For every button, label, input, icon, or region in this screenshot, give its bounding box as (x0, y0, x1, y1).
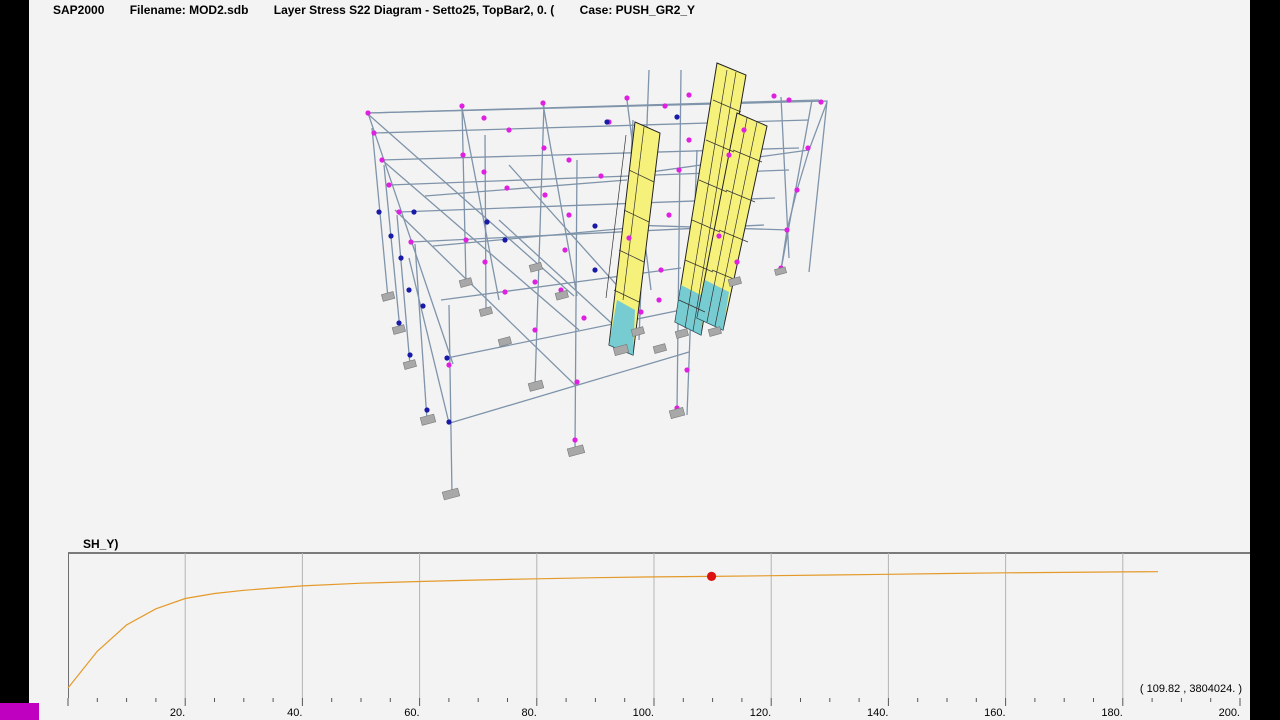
x-tick-label: 40. (287, 707, 302, 719)
x-tick-label: 80. (522, 707, 537, 719)
x-tick-label: 20. (170, 707, 185, 719)
plot-grid (184, 553, 1124, 698)
x-tick-label: 60. (404, 707, 419, 719)
pushover-curve-chart: 20. 40. 60. 80. 100. 120. 140. 160. 180. 200. (67, 553, 1241, 719)
x-tick-label: 100. (633, 707, 654, 719)
x-tick-label: 120. (750, 707, 771, 719)
model-viewport[interactable]: SAP2000 Filename: MOD2.sdb Layer Stress … (29, 0, 1250, 720)
x-tick-label: 140. (867, 707, 888, 719)
x-tick-label: 200. (1219, 707, 1240, 719)
pushover-curve-line (67, 571, 1159, 689)
x-axis-ticks: 20. 40. 60. 80. 100. 120. 140. 160. 180. 200. (67, 698, 1241, 719)
x-tick-label: 180. (1101, 707, 1122, 719)
step-progress-indicator (0, 703, 39, 720)
x-tick-label: 160. (984, 707, 1005, 719)
cursor-coordinate-readout: ( 109.82 , 3804024. ) (1139, 683, 1242, 695)
current-step-marker (706, 571, 717, 581)
